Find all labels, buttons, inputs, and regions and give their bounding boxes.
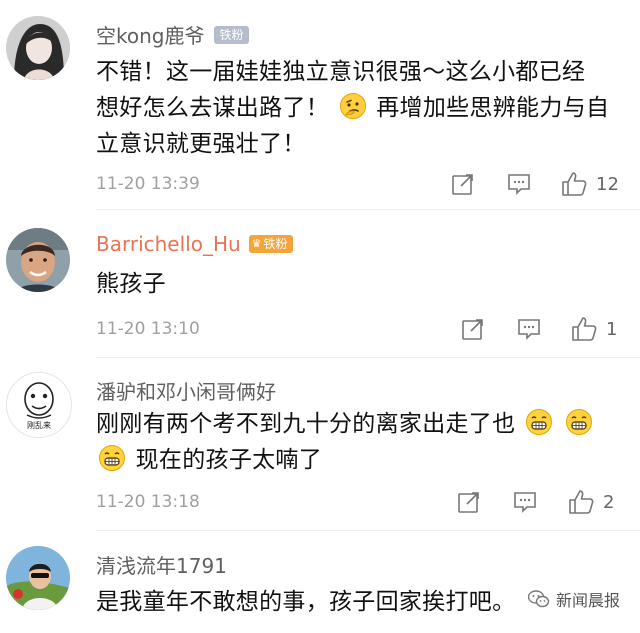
grin-emoji-icon: [526, 409, 553, 435]
fan-badge: ♛ 铁粉: [248, 235, 293, 253]
timestamp: 11-20 13:10: [96, 319, 200, 339]
comment-text: 不错！这一届娃娃独立意识很强～这么小都已经 想好怎么去谋出路了！ 再增加些思辨能…: [96, 54, 622, 162]
comment-item: 空kong鹿爷 铁粉 不错！这一届娃娃独立意识很强～这么小都已经 想好怎么去谋出…: [0, 0, 640, 210]
avatar-caption: 刚乱来: [27, 420, 51, 430]
comment-actions: 12: [360, 170, 640, 198]
comment-text: 刚刚有两个考不到九十分的离家出走了也 现在的孩子太喃了: [96, 406, 622, 478]
reply-button[interactable]: [516, 315, 542, 343]
crown-icon: ♛: [251, 237, 262, 250]
share-icon: [458, 492, 479, 513]
username-text[interactable]: 清浅流年1791: [96, 550, 227, 579]
comment-icon: [514, 492, 536, 513]
thinking-emoji-icon: [339, 93, 366, 119]
comment-line: 现在的孩子太喃了: [96, 442, 622, 478]
comment-line: 刚刚有两个考不到九十分的离家出走了也: [96, 406, 622, 442]
comment-actions: 1: [360, 315, 640, 343]
avatar[interactable]: 刚乱来: [6, 372, 72, 438]
reply-button[interactable]: [512, 488, 538, 516]
like-button[interactable]: 1: [570, 315, 617, 343]
username[interactable]: Barrichello_Hu ♛ 铁粉: [96, 232, 293, 256]
username[interactable]: 清浅流年1791: [96, 550, 227, 579]
grin-emoji-icon: [99, 445, 125, 471]
share-icon: [452, 174, 473, 195]
timestamp: 11-20 13:39: [96, 174, 200, 194]
comment-segment: 刚刚有两个考不到九十分的离家出走了也: [96, 411, 516, 437]
comment-item: Barrichello_Hu ♛ 铁粉 熊孩子 11-20 13:10 1: [0, 210, 640, 358]
comment-text: 熊孩子: [96, 266, 622, 302]
wechat-icon: [527, 590, 550, 608]
username-text[interactable]: 空kong鹿爷: [96, 20, 204, 49]
like-count: 12: [596, 173, 619, 195]
comment-line: 想好怎么去谋出路了！ 再增加些思辨能力与自: [96, 90, 622, 126]
avatar[interactable]: [6, 16, 70, 80]
share-button[interactable]: [450, 170, 476, 198]
fan-badge-label: 铁粉: [263, 237, 288, 251]
comment-segment: 现在的孩子太喃了: [135, 447, 323, 473]
share-button[interactable]: [460, 315, 486, 343]
timestamp: 11-20 13:18: [96, 492, 200, 512]
share-icon: [462, 319, 483, 340]
thumbs-up-icon: [569, 490, 594, 514]
watermark-text: 新闻晨报: [555, 591, 620, 610]
divider: [96, 530, 640, 531]
thumbs-up-icon: [572, 317, 597, 341]
username[interactable]: 空kong鹿爷 铁粉: [96, 20, 249, 49]
username[interactable]: 潘驴和邓小闲哥俩好: [96, 376, 276, 405]
username-text[interactable]: 潘驴和邓小闲哥俩好: [96, 376, 276, 405]
comment-line: 熊孩子: [96, 271, 166, 297]
grin-emoji-icon: [565, 409, 592, 435]
comment-segment: 想好怎么去谋出路了！: [96, 95, 329, 121]
username-text[interactable]: Barrichello_Hu: [96, 232, 241, 256]
comment-item: 清浅流年1791 是我童年不敢想的事，孩子回家挨打吧。: [0, 532, 640, 633]
avatar[interactable]: [6, 228, 70, 292]
comment-icon: [518, 319, 540, 340]
comment-line: 不错！这一届娃娃独立意识很强～这么小都已经: [96, 59, 586, 85]
watermark: 新闻晨报: [527, 587, 620, 611]
fan-badge: 铁粉: [214, 25, 249, 44]
like-button[interactable]: 2: [567, 488, 614, 516]
share-button[interactable]: [456, 488, 482, 516]
like-count: 2: [603, 491, 615, 513]
comment-line: 立意识就更强壮了！: [96, 131, 306, 157]
comment-item: 刚乱来 潘驴和邓小闲哥俩好 刚刚有两个考不到九十分的离家出走了也 现在的孩子太喃…: [0, 358, 640, 531]
like-button[interactable]: 12: [560, 170, 619, 198]
avatar[interactable]: [6, 546, 70, 610]
comment-segment: 再增加些思辨能力与自: [376, 95, 610, 121]
reply-button[interactable]: [506, 170, 532, 198]
thumbs-up-icon: [562, 172, 587, 196]
comment-actions: 2: [360, 488, 640, 516]
comment-icon: [508, 174, 530, 195]
like-count: 1: [606, 318, 618, 340]
